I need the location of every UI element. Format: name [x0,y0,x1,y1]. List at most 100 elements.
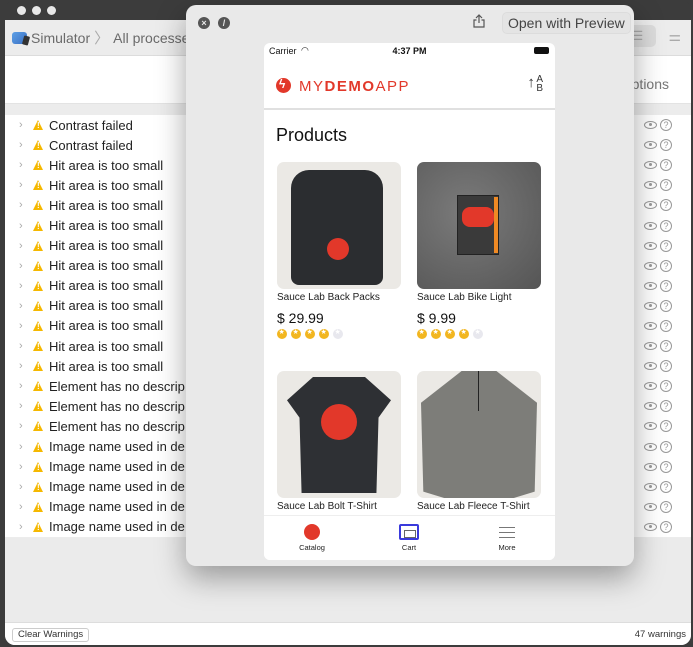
settings-sliders-icon[interactable]: ⚌ [668,28,681,45]
eye-icon[interactable] [644,362,657,371]
eye-icon[interactable] [644,382,657,391]
help-icon[interactable]: ? [660,259,672,272]
disclosure-chevron-icon[interactable]: › [19,340,29,352]
help-icon[interactable]: ? [660,460,672,473]
help-icon[interactable]: ? [660,500,672,513]
star-filled-icon[interactable] [445,328,455,339]
open-with-preview-button[interactable]: Open with Preview [502,12,631,34]
sort-icon[interactable]: ↑ A B [527,75,543,94]
product-card[interactable]: Sauce Lab Back Packs $ 29.99 [277,162,401,339]
disclosure-chevron-icon[interactable]: › [19,159,29,171]
help-icon[interactable]: ? [660,380,672,393]
warning-label: Image name used in de [49,439,185,455]
disclosure-chevron-icon[interactable]: › [19,220,29,232]
star-filled-icon[interactable] [291,328,301,339]
star-filled-icon[interactable] [319,328,329,339]
help-icon[interactable]: ? [660,340,672,353]
disclosure-chevron-icon[interactable]: › [19,461,29,473]
help-icon[interactable]: ? [660,239,672,252]
help-icon[interactable]: ? [660,360,672,373]
disclosure-chevron-icon[interactable]: › [19,400,29,412]
help-icon[interactable]: ? [660,219,672,232]
star-filled-icon[interactable] [305,328,315,339]
help-icon[interactable]: ? [660,480,672,493]
help-icon[interactable]: ? [660,299,672,312]
disclosure-chevron-icon[interactable]: › [19,360,29,372]
product-card[interactable]: Sauce Lab Bike Light $ 9.99 [417,162,541,339]
product-image-backpack[interactable] [277,162,401,289]
eye-icon[interactable] [644,121,657,130]
eye-icon[interactable] [644,462,657,471]
clear-warnings-button[interactable]: Clear Warnings [12,628,90,642]
help-icon[interactable]: ? [660,420,672,433]
breadcrumb-simulator[interactable]: Simulator [31,30,90,46]
disclosure-chevron-icon[interactable]: › [19,300,29,312]
help-icon[interactable]: ? [660,440,672,453]
disclosure-chevron-icon[interactable]: › [19,260,29,272]
close-window-button[interactable] [17,6,26,15]
disclosure-chevron-icon[interactable]: › [19,280,29,292]
tab-more[interactable]: More [477,524,537,552]
tab-cart[interactable]: Cart [379,524,439,552]
eye-icon[interactable] [644,301,657,310]
disclosure-chevron-icon[interactable]: › [19,199,29,211]
disclosure-chevron-icon[interactable]: › [19,139,29,151]
product-image-bike-light[interactable] [417,162,541,289]
eye-icon[interactable] [644,321,657,330]
eye-icon[interactable] [644,502,657,511]
breadcrumb-all-processes[interactable]: All processes [113,30,196,46]
close-icon[interactable]: × [198,17,210,29]
disclosure-chevron-icon[interactable]: › [19,119,29,131]
star-filled-icon[interactable] [431,328,441,339]
star-filled-icon[interactable] [459,328,469,339]
eye-icon[interactable] [644,342,657,351]
help-icon[interactable]: ? [660,279,672,292]
eye-icon[interactable] [644,281,657,290]
warnings-count: 47 warnings [634,629,686,640]
zoom-window-button[interactable] [47,6,56,15]
eye-icon[interactable] [644,161,657,170]
disclosure-chevron-icon[interactable]: › [19,501,29,513]
disclosure-chevron-icon[interactable]: › [19,240,29,252]
disclosure-chevron-icon[interactable]: › [19,320,29,332]
help-icon[interactable]: ? [660,139,672,152]
help-icon[interactable]: ? [660,159,672,172]
product-image-fleece[interactable] [417,371,541,498]
help-icon[interactable]: ? [660,179,672,192]
product-image-bolt-tshirt[interactable] [277,371,401,498]
minimize-icon[interactable]: / [218,17,230,29]
tab-bar: Catalog Cart More [264,515,555,560]
disclosure-chevron-icon[interactable]: › [19,380,29,392]
eye-icon[interactable] [644,221,657,230]
eye-icon[interactable] [644,442,657,451]
eye-icon[interactable] [644,522,657,531]
eye-icon[interactable] [644,181,657,190]
disclosure-chevron-icon[interactable]: › [19,441,29,453]
star-filled-icon[interactable] [417,328,427,339]
eye-icon[interactable] [644,201,657,210]
tab-catalog[interactable]: Catalog [282,524,342,552]
star-filled-icon[interactable] [277,328,287,339]
help-icon[interactable]: ? [660,520,672,533]
product-card[interactable]: Sauce Lab Bolt T-Shirt [277,371,401,512]
options-label[interactable]: ptions [632,76,669,92]
eye-icon[interactable] [644,402,657,411]
help-icon[interactable]: ? [660,199,672,212]
product-card[interactable]: Sauce Lab Fleece T-Shirt [417,371,541,512]
eye-icon[interactable] [644,422,657,431]
disclosure-chevron-icon[interactable]: › [19,420,29,432]
share-icon[interactable] [473,14,485,28]
disclosure-chevron-icon[interactable]: › [19,481,29,493]
star-empty-icon[interactable] [333,328,343,339]
minimize-window-button[interactable] [32,6,41,15]
eye-icon[interactable] [644,241,657,250]
help-icon[interactable]: ? [660,119,672,132]
disclosure-chevron-icon[interactable]: › [19,179,29,191]
help-icon[interactable]: ? [660,319,672,332]
eye-icon[interactable] [644,482,657,491]
eye-icon[interactable] [644,261,657,270]
help-icon[interactable]: ? [660,400,672,413]
star-empty-icon[interactable] [473,328,483,339]
disclosure-chevron-icon[interactable]: › [19,521,29,533]
eye-icon[interactable] [644,141,657,150]
